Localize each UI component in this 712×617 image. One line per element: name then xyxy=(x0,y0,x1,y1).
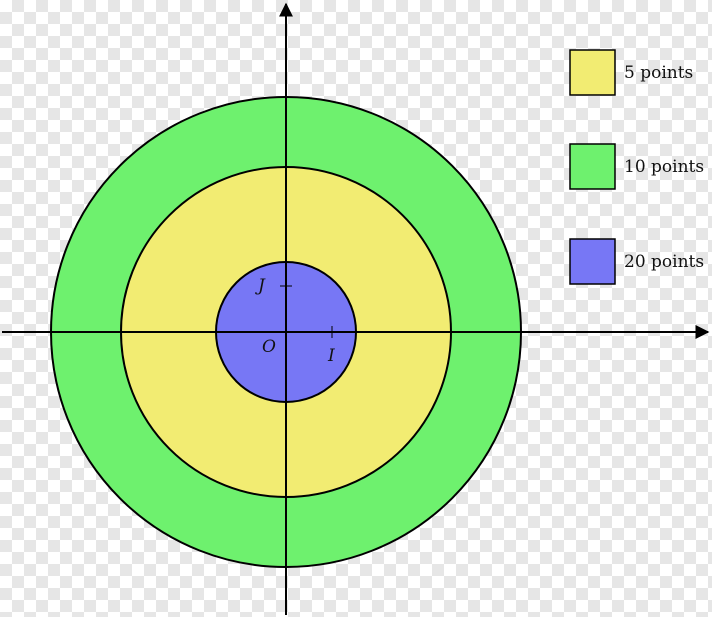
legend-label-10: 10 points xyxy=(624,157,704,177)
legend-label-20: 20 points xyxy=(624,252,704,272)
target-diagram: O I J 5 points 10 points 20 points xyxy=(2,2,710,615)
legend-swatch-10 xyxy=(569,143,616,190)
legend-label-5: 5 points xyxy=(624,63,693,83)
unit-x-label: I xyxy=(327,346,335,366)
legend-swatch-5 xyxy=(569,49,616,96)
legend-swatch-20 xyxy=(569,238,616,285)
legend: 5 points 10 points 20 points xyxy=(569,49,704,285)
origin-label: O xyxy=(262,337,276,357)
